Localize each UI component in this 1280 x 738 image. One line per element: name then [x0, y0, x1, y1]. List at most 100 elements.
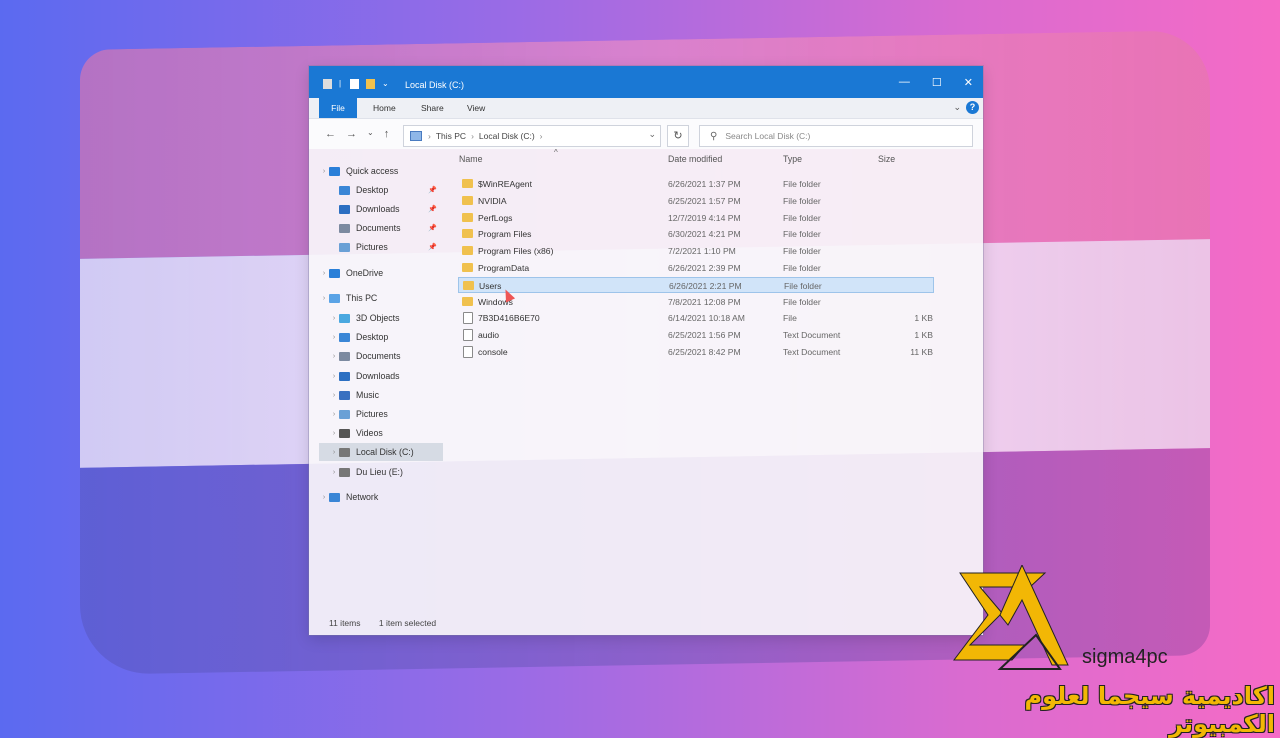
expand-chevron-icon[interactable]: › — [329, 392, 339, 399]
ribbon-collapse-icon[interactable]: ⌄ — [953, 102, 961, 113]
file-name: audio — [478, 330, 500, 341]
sidebar-item-local-disk-c[interactable]: › Local Disk (C:) — [319, 443, 443, 461]
drive-icon — [339, 467, 350, 477]
sidebar-item-desktop[interactable]: › Desktop — [319, 328, 443, 346]
title-bar: | ⌄ Local Disk (C:) — ☐ ✕ — [309, 66, 983, 98]
column-header-name[interactable]: Name — [459, 154, 482, 172]
folder-icon — [462, 179, 473, 188]
file-icon — [463, 329, 473, 342]
file-row[interactable]: Windows 7/8/2021 12:08 PM File folder — [458, 294, 934, 310]
desktop-icon — [339, 185, 350, 195]
breadcrumb-local-disk[interactable]: Local Disk (C:) — [479, 131, 535, 141]
file-row[interactable]: ProgramData 6/26/2021 2:39 PM File folder — [458, 260, 934, 276]
sidebar-item-3d-objects[interactable]: › 3D Objects — [319, 309, 443, 327]
minimize-button[interactable]: — — [899, 76, 910, 89]
refresh-button[interactable]: ↻ — [667, 125, 689, 147]
sidebar-item-label: Pictures — [356, 409, 388, 419]
sidebar-item-desktop[interactable]: Desktop 📌 — [319, 181, 443, 199]
address-dropdown-icon[interactable]: ⌄ — [648, 129, 656, 140]
quick-access-toolbar: | ⌄ — [323, 79, 389, 89]
sidebar-item-du-lieu-e[interactable]: › Du Lieu (E:) — [319, 463, 443, 481]
status-bar: 11 items 1 item selected — [329, 618, 452, 628]
sidebar-item-label: Desktop — [356, 185, 389, 195]
expand-chevron-icon[interactable]: › — [319, 168, 329, 175]
expand-chevron-icon[interactable]: › — [319, 295, 329, 302]
file-name: PerfLogs — [478, 212, 513, 223]
expand-chevron-icon[interactable]: › — [319, 494, 329, 501]
sidebar-item-videos[interactable]: › Videos — [319, 424, 443, 442]
sidebar-item-quick-access[interactable]: › Quick access — [319, 162, 443, 180]
file-type: File folder — [783, 263, 821, 273]
breadcrumb-sep: › — [539, 131, 543, 141]
sidebar-item-documents[interactable]: Documents 📌 — [319, 219, 443, 237]
sidebar-item-pictures[interactable]: Pictures 📌 — [319, 238, 443, 256]
properties-icon[interactable] — [350, 79, 359, 89]
sidebar-item-network[interactable]: › Network — [319, 488, 443, 506]
breadcrumb-sep: › — [471, 131, 474, 141]
file-row[interactable]: Program Files (x86) 7/2/2021 1:10 PM File … — [458, 243, 934, 259]
close-button[interactable]: ✕ — [964, 76, 973, 89]
file-date: 6/14/2021 10:18 AM — [668, 313, 745, 324]
file-date: 12/7/2019 4:14 PM — [668, 212, 741, 223]
file-row[interactable]: $WinREAgent 6/26/2021 1:37 PM File folder — [458, 176, 934, 192]
customize-toolbar-icon[interactable]: ⌄ — [382, 79, 389, 89]
sidebar-item-label: This PC — [346, 293, 378, 303]
column-header-size[interactable]: Size — [878, 154, 895, 172]
sidebar-item-downloads[interactable]: › Downloads — [319, 367, 443, 385]
sigma4pc-logo — [952, 565, 1069, 670]
up-icon[interactable]: ↑ — [384, 128, 390, 140]
column-header-type[interactable]: Type — [783, 154, 802, 172]
file-date: 6/26/2021 2:39 PM — [668, 263, 741, 273]
new-folder-icon[interactable] — [366, 79, 375, 89]
sidebar-item-pictures[interactable]: › Pictures — [319, 405, 443, 423]
videos-icon — [339, 428, 350, 438]
tab-view[interactable]: View — [467, 103, 485, 113]
expand-chevron-icon[interactable]: › — [329, 315, 339, 322]
file-name: 7B3D416B6E70 — [478, 313, 540, 324]
column-header-date[interactable]: Date modified — [668, 154, 722, 172]
breadcrumb-this-pc[interactable]: This PC — [436, 131, 466, 141]
cloud-icon — [329, 268, 340, 278]
expand-chevron-icon[interactable]: › — [329, 373, 339, 380]
file-row[interactable]: PerfLogs 12/7/2019 4:14 PM File folder — [458, 210, 934, 226]
back-icon[interactable]: ← — [325, 128, 336, 140]
help-icon[interactable]: ? — [966, 101, 979, 114]
recent-locations-icon[interactable]: ⌄ — [367, 128, 374, 140]
file-size: 1 KB — [914, 330, 933, 341]
file-row[interactable]: console 6/25/2021 8:42 PM Text Document 11 … — [458, 344, 934, 360]
tab-share[interactable]: Share — [421, 103, 444, 113]
address-bar[interactable]: › This PC › Local Disk (C:) › ⌄ — [403, 125, 661, 147]
documents-icon — [339, 351, 350, 361]
maximize-button[interactable]: ☐ — [932, 76, 942, 89]
expand-chevron-icon[interactable]: › — [319, 270, 329, 277]
file-type: Text Document — [783, 347, 841, 357]
file-row[interactable]: audio 6/25/2021 1:56 PM Text Document 1 KB — [458, 327, 934, 343]
expand-chevron-icon[interactable]: › — [329, 430, 339, 437]
file-row[interactable]: 7B3D416B6E70 6/14/2021 10:18 AM File 1 KB — [458, 310, 934, 326]
sidebar-item-onedrive[interactable]: › OneDrive — [319, 264, 443, 282]
file-row[interactable]: NVIDIA 6/25/2021 1:57 PM File folder — [458, 193, 934, 209]
tab-file[interactable]: File — [319, 98, 357, 118]
forward-icon[interactable]: → — [346, 128, 357, 140]
expand-chevron-icon[interactable]: › — [329, 449, 339, 456]
sidebar-item-this-pc[interactable]: › This PC — [319, 289, 443, 307]
sidebar-item-label: OneDrive — [346, 268, 384, 278]
file-date: 6/30/2021 4:21 PM — [668, 229, 741, 240]
sidebar-item-downloads[interactable]: Downloads 📌 — [319, 200, 443, 218]
sidebar-item-documents[interactable]: › Documents — [319, 347, 443, 365]
sidebar-item-music[interactable]: › Music — [319, 386, 443, 404]
pin-icon: 📌 — [428, 206, 437, 213]
expand-chevron-icon[interactable]: › — [329, 353, 339, 360]
tab-home[interactable]: Home — [373, 103, 396, 113]
expand-chevron-icon[interactable]: › — [329, 411, 339, 418]
expand-chevron-icon[interactable]: › — [329, 334, 339, 341]
file-row[interactable]: Program Files 6/30/2021 4:21 PM File folde… — [458, 226, 934, 242]
file-row[interactable]: Users 6/26/2021 2:21 PM File folder — [458, 276, 934, 293]
file-name: Users — [479, 280, 502, 291]
expand-chevron-icon[interactable]: › — [329, 469, 339, 476]
file-name: $WinREAgent — [478, 179, 532, 189]
search-input[interactable]: ⚲ Search Local Disk (C:) — [699, 125, 973, 147]
download-icon — [339, 371, 350, 381]
drive-icon[interactable] — [323, 79, 332, 89]
navigation-bar: ← → ⌄ ↑ › This PC › Local Disk (C:) › ⌄ … — [309, 119, 983, 149]
